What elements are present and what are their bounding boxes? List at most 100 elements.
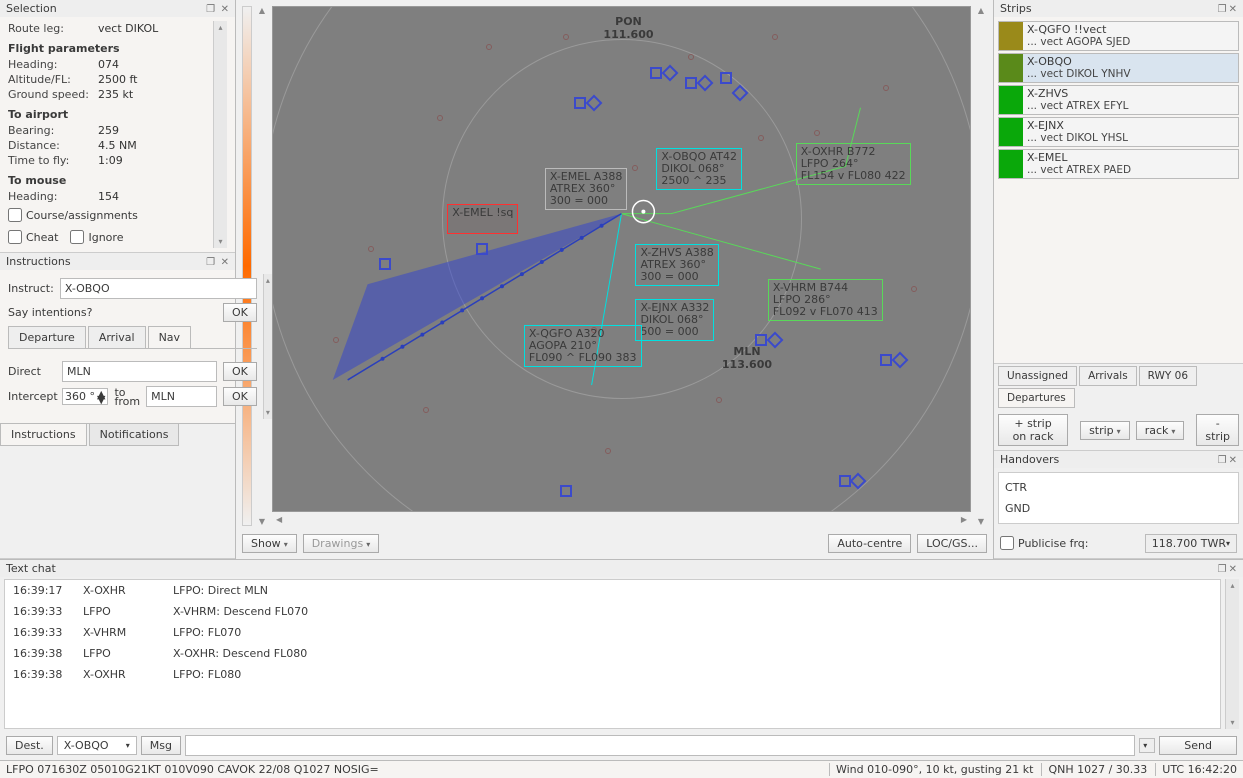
chat-row: 16:39:38X-OXHRLFPO: FL080 xyxy=(5,664,1220,685)
say-intentions-label: Say intentions? xyxy=(8,306,92,319)
close-icon[interactable]: ✕ xyxy=(221,257,229,268)
drawings-menu-button[interactable]: Drawings xyxy=(303,534,380,553)
status-metar: LFPO 071630Z 05010G21KT 010V090 CAVOK 22… xyxy=(6,763,379,776)
chat-log[interactable]: 16:39:17X-OXHRLFPO: Direct MLN16:39:33LF… xyxy=(4,579,1221,729)
chat-row: 16:39:17X-OXHRLFPO: Direct MLN xyxy=(5,580,1220,601)
datablock-vhrm[interactable]: X-VHRM B744LFPO 286°FL092 v FL070 413 xyxy=(768,279,883,321)
strip-item[interactable]: X-OBQO... vect DIKOL YNHV xyxy=(998,53,1239,83)
restore-icon[interactable]: ❐ xyxy=(1218,564,1227,575)
radar-horizontal-ruler[interactable]: ◀▶ xyxy=(272,512,971,526)
status-bar: LFPO 071630Z 05010G21KT 010V090 CAVOK 22… xyxy=(0,760,1243,778)
strips-panel: Strips ❐✕ X-QGFO !!vect... vect AGOPA SJ… xyxy=(994,0,1243,451)
strip-menu-button[interactable]: strip xyxy=(1080,421,1130,440)
direct-input[interactable] xyxy=(62,361,217,382)
zoom-slider[interactable] xyxy=(242,6,252,526)
distance-value: 4.5 NM xyxy=(98,139,137,152)
instructions-panel: Instructions ❐ ✕ Instruct: Say intention… xyxy=(0,253,235,559)
datablock-emel[interactable]: X-EMEL A388ATREX 360°300 = 000 xyxy=(545,168,628,210)
restore-icon[interactable]: ❐ xyxy=(1218,4,1227,15)
close-icon[interactable]: ✕ xyxy=(221,4,229,15)
heading-value: 074 xyxy=(98,58,119,71)
publicise-checkbox[interactable]: Publicise frq: xyxy=(1000,536,1089,550)
intercept-degree-spinner[interactable]: 360 °▲▼ xyxy=(62,388,108,405)
send-button[interactable]: Send xyxy=(1159,736,1237,755)
intercept-ok-button[interactable]: OK xyxy=(223,387,257,406)
route-leg-value: vect DIKOL xyxy=(98,22,158,35)
bottom-tab-instructions[interactable]: Instructions xyxy=(0,424,87,446)
status-wind: Wind 010-090°, 10 kt, gusting 21 kt xyxy=(829,763,1033,776)
freq-combo[interactable]: 118.700 TWR▾ xyxy=(1145,534,1237,553)
tab-nav[interactable]: Nav xyxy=(148,326,191,348)
rack-tab[interactable]: Departures xyxy=(998,388,1075,408)
chat-history-combo[interactable]: ▾ xyxy=(1139,738,1155,753)
cheat-checkbox[interactable]: Cheat xyxy=(8,230,58,244)
chat-scrollbar[interactable]: ▴▾ xyxy=(1225,579,1239,729)
restore-icon[interactable]: ❐ xyxy=(1218,455,1227,466)
instructions-scrollbar[interactable]: ▴▾ xyxy=(263,274,272,419)
radar-scope[interactable]: PON111.600 MLN113.600 xyxy=(272,6,971,512)
course-assign-checkbox[interactable]: Course/assignments xyxy=(8,208,213,222)
selection-panel: Selection ❐ ✕ Route leg:vect DIKOL Fligh… xyxy=(0,0,235,253)
datablock-alert[interactable]: X-EMEL !sq xyxy=(447,204,518,234)
bottom-tab-notifications[interactable]: Notifications xyxy=(89,424,180,446)
radar-vertical-ruler-right[interactable]: ▲▼ xyxy=(975,6,987,526)
to-mouse-title: To mouse xyxy=(8,174,213,187)
add-strip-button[interactable]: + strip on rack xyxy=(998,414,1068,446)
route-leg-label: Route leg: xyxy=(8,22,98,35)
remove-strip-button[interactable]: - strip xyxy=(1196,414,1239,446)
strips-title: Strips xyxy=(1000,2,1032,15)
status-utc: UTC 16:42:20 xyxy=(1155,763,1237,776)
groundspeed-value: 235 kt xyxy=(98,88,133,101)
chat-row: 16:39:38LFPOX-OXHR: Descend FL080 xyxy=(5,643,1220,664)
close-icon[interactable]: ✕ xyxy=(1229,455,1237,466)
datablock-zhvs[interactable]: X-ZHVS A388ATREX 360°300 = 000 xyxy=(635,244,718,286)
strip-item[interactable]: X-EMEL... vect ATREX PAED xyxy=(998,149,1239,179)
vor-mln-freq: 113.600 xyxy=(722,358,772,371)
rack-menu-button[interactable]: rack xyxy=(1136,421,1185,440)
bearing-value: 259 xyxy=(98,124,119,137)
status-qnh: QNH 1027 / 30.33 xyxy=(1041,763,1147,776)
datablock-ejnx[interactable]: X-EJNX A332DIKOL 068°500 = 000 xyxy=(635,299,714,341)
handover-gnd[interactable]: GND xyxy=(1003,498,1234,519)
locgs-button[interactable]: LOC/GS... xyxy=(917,534,987,553)
strip-item[interactable]: X-EJNX... vect DIKOL YHSL xyxy=(998,117,1239,147)
handovers-panel: Handovers ❐✕ CTR GND Publicise frq: 118.… xyxy=(994,451,1243,559)
tab-departure[interactable]: Departure xyxy=(8,326,86,348)
chat-title: Text chat xyxy=(6,562,56,575)
datablock-oxhr[interactable]: X-OXHR B772LFPO 264°FL154 v FL080 422 xyxy=(796,143,911,185)
rack-tab[interactable]: Arrivals xyxy=(1079,366,1137,386)
close-icon[interactable]: ✕ xyxy=(1229,4,1237,15)
ttf-value: 1:09 xyxy=(98,154,123,167)
instruct-label: Instruct: xyxy=(8,282,54,295)
datablock-obqo[interactable]: X-OBQO AT42DIKOL 068°2500 ^ 235 xyxy=(656,148,742,190)
chat-row: 16:39:33X-VHRMLFPO: FL070 xyxy=(5,622,1220,643)
direct-ok-button[interactable]: OK xyxy=(223,362,257,381)
handover-ctr[interactable]: CTR xyxy=(1003,477,1234,498)
say-ok-button[interactable]: OK xyxy=(223,303,257,322)
selection-title: Selection xyxy=(6,2,57,15)
autocentre-button[interactable]: Auto-centre xyxy=(828,534,911,553)
close-icon[interactable]: ✕ xyxy=(1229,564,1237,575)
rack-tab[interactable]: Unassigned xyxy=(998,366,1077,386)
instruction-tabs: Departure Arrival Nav xyxy=(8,326,257,349)
rack-tab[interactable]: RWY 06 xyxy=(1139,366,1197,386)
intercept-input[interactable] xyxy=(146,386,217,407)
strip-item[interactable]: X-ZHVS... vect ATREX EFYL xyxy=(998,85,1239,115)
dest-button[interactable]: Dest. xyxy=(6,736,53,755)
ignore-checkbox[interactable]: Ignore xyxy=(70,230,123,244)
direct-label: Direct xyxy=(8,365,56,378)
chat-input[interactable] xyxy=(185,735,1135,756)
show-menu-button[interactable]: Show xyxy=(242,534,297,553)
datablock-qgfo[interactable]: X-QGFO A320AGOPA 210°FL090 ^ FL090 383 xyxy=(524,325,642,367)
intercept-label: Intercept xyxy=(8,390,56,403)
radar-vertical-ruler[interactable]: ▲▼ xyxy=(256,6,268,526)
dest-combo[interactable]: X-OBQO▾ xyxy=(57,736,137,755)
restore-icon[interactable]: ❐ xyxy=(206,4,215,15)
strip-item[interactable]: X-QGFO !!vect... vect AGOPA SJED xyxy=(998,21,1239,51)
restore-icon[interactable]: ❐ xyxy=(206,257,215,268)
selection-scrollbar[interactable]: ▴▾ xyxy=(213,21,227,248)
msg-button[interactable]: Msg xyxy=(141,736,181,755)
instruct-input[interactable] xyxy=(60,278,257,299)
tab-arrival[interactable]: Arrival xyxy=(88,326,146,348)
flight-params-title: Flight parameters xyxy=(8,42,213,55)
